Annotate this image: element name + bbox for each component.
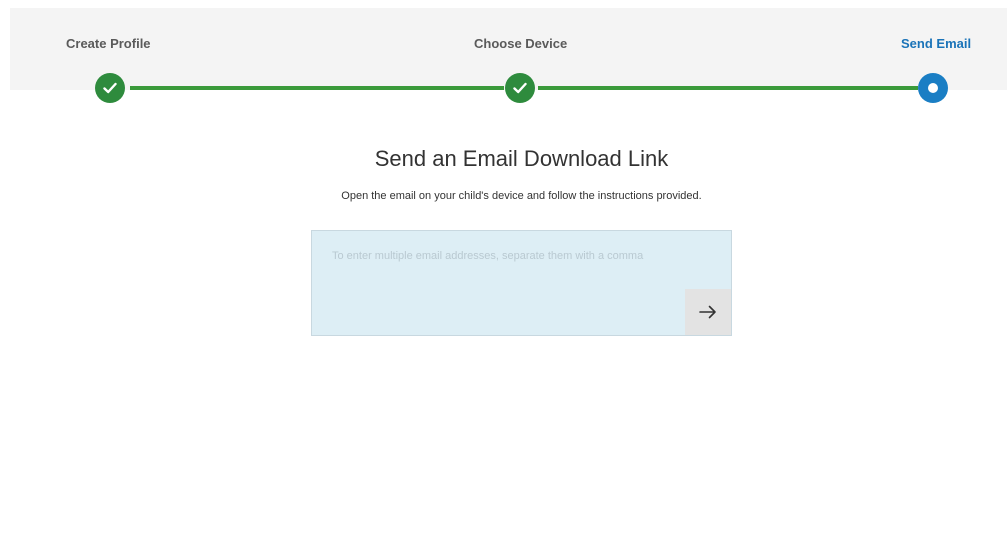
check-icon (103, 82, 117, 94)
progress-line-1 (130, 86, 504, 90)
send-button[interactable] (685, 289, 731, 335)
current-step-icon (928, 83, 938, 93)
step-send-email-current (918, 73, 948, 103)
step-label-create-profile: Create Profile (66, 36, 151, 51)
step-choose-device-check (505, 73, 535, 103)
email-addresses-input[interactable] (312, 231, 684, 335)
email-box (311, 230, 732, 336)
step-label-choose-device: Choose Device (474, 36, 568, 51)
page-title: Send an Email Download Link (374, 146, 669, 171)
page: Create Profile Choose Device Send Email … (0, 0, 1007, 540)
progress-line-2 (538, 86, 918, 90)
step-label-send-email: Send Email (901, 36, 972, 51)
page-subtitle: Open the email on your child's device an… (341, 190, 702, 202)
check-icon (513, 82, 527, 94)
step-create-profile-check (95, 73, 125, 103)
arrow-right-icon (699, 305, 716, 319)
